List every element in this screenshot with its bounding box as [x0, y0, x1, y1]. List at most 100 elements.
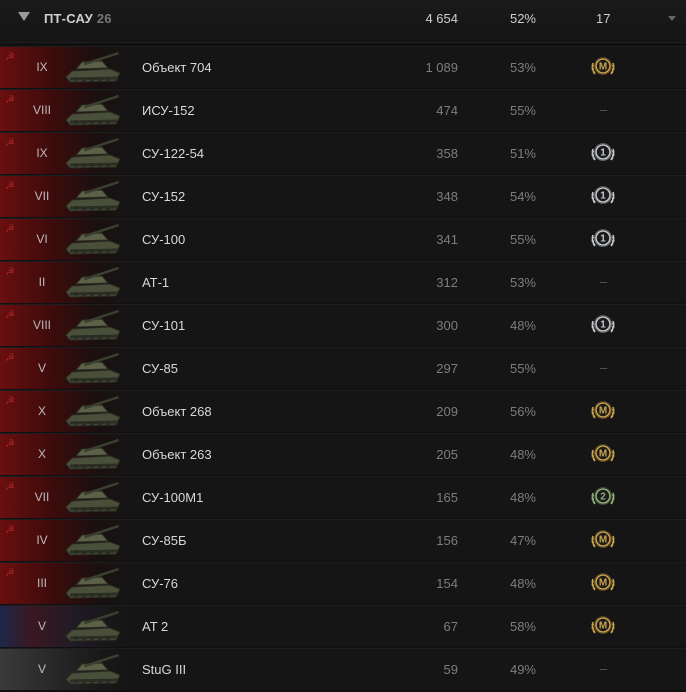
vehicle-row[interactable]: ☭ VII СУ-100М1 165 48% 2 [0, 476, 686, 518]
vehicle-tier: IX [36, 60, 48, 74]
mastery-badge-icon: 1 [591, 229, 615, 247]
tank-icon [65, 94, 121, 126]
vehicle-row[interactable]: ☭ VIII ИСУ-152 474 55% – [0, 89, 686, 131]
hammer-sickle-icon: ☭ [5, 266, 15, 278]
vehicle-winrate: 56% [509, 404, 536, 419]
mastery-badge: M [590, 398, 616, 424]
group-battles: 4 654 [425, 11, 458, 26]
vehicle-winrate: 48% [509, 447, 536, 462]
vehicle-image [62, 309, 124, 343]
hammer-sickle-icon: ☭ [5, 481, 15, 493]
vehicle-name: Объект 263 [142, 447, 212, 462]
mastery-dash: – [600, 661, 608, 676]
vehicle-row[interactable]: ☭ X Объект 268 209 56% M [0, 390, 686, 432]
vehicle-name: StuG III [142, 662, 187, 677]
mastery-badge-icon: 1 [591, 186, 615, 204]
vehicle-row[interactable]: ☭ III СУ-76 154 48% M [0, 562, 686, 604]
vehicle-row[interactable]: ☭ V StuG III 59 49% – [0, 648, 686, 690]
tank-icon [65, 481, 121, 513]
vehicle-battles: 67 [443, 619, 458, 634]
vehicle-tier: II [38, 275, 46, 289]
tank-icon [65, 266, 121, 298]
vehicle-winrate: 48% [509, 318, 536, 333]
mastery-badge-icon: M [591, 530, 615, 548]
vehicle-row[interactable]: ☭ V СУ-85 297 55% – [0, 347, 686, 389]
collapse-triangle-icon[interactable] [18, 12, 30, 21]
mastery-dash: – [600, 360, 608, 375]
vehicle-list: ☭ IX Объект 704 1 089 53% M ☭ VIII ИСУ-1… [0, 46, 686, 691]
vehicle-battles: 156 [436, 533, 458, 548]
vehicle-row[interactable]: ☭ IV СУ-85Б 156 47% M [0, 519, 686, 561]
vehicle-row[interactable]: ☭ IX Объект 704 1 089 53% M [0, 46, 686, 88]
vehicle-name: AT 2 [142, 619, 169, 634]
mastery-badge: M [590, 527, 616, 553]
vehicle-row[interactable]: ☭ X Объект 263 205 48% M [0, 433, 686, 475]
vehicle-image [62, 137, 124, 171]
vehicle-tier: V [37, 619, 46, 633]
mastery-badge-icon: M [591, 57, 615, 75]
vehicle-name: СУ-100М1 [142, 490, 204, 505]
group-header[interactable]: ПТ-САУ 26 4 654 52% 17 [0, 0, 686, 43]
mastery-badge: M [590, 570, 616, 596]
vehicle-image [62, 395, 124, 429]
mastery-badge: 2 [590, 484, 616, 510]
group-title: ПТ-САУ [44, 11, 93, 26]
vehicle-row[interactable]: ☭ VI СУ-100 341 55% 1 [0, 218, 686, 260]
vehicle-row[interactable]: ☭ II АТ-1 312 53% – [0, 261, 686, 303]
vehicle-image [62, 180, 124, 214]
mastery-badge: M [590, 441, 616, 467]
vehicle-winrate: 49% [509, 662, 536, 677]
svg-text:M: M [599, 62, 607, 73]
svg-text:2: 2 [600, 492, 606, 503]
vehicle-tier: IX [36, 146, 48, 160]
svg-text:M: M [599, 621, 607, 632]
vehicle-name: Объект 704 [142, 60, 212, 75]
vehicle-name: СУ-122-54 [142, 146, 205, 161]
vehicle-image [62, 610, 124, 644]
vehicle-image [62, 653, 124, 687]
vehicle-row[interactable]: ☭ V AT 2 67 58% M [0, 605, 686, 647]
group-winrate: 52% [509, 11, 536, 26]
vehicle-winrate: 51% [509, 146, 536, 161]
vehicle-tier: V [37, 662, 46, 676]
vehicle-tier: X [37, 447, 46, 461]
vehicle-name: СУ-85Б [142, 533, 187, 548]
vehicle-image [62, 266, 124, 300]
vehicle-battles: 165 [436, 490, 458, 505]
vehicle-tier: VIII [32, 318, 51, 332]
vehicle-battles: 312 [436, 275, 458, 290]
mastery-badge-icon: M [591, 444, 615, 462]
tank-icon [65, 438, 121, 470]
vehicle-image [62, 481, 124, 515]
vehicle-battles: 341 [436, 232, 458, 247]
vehicle-row[interactable]: ☭ IX СУ-122-54 358 51% 1 [0, 132, 686, 174]
mastery-badge-icon: 1 [591, 143, 615, 161]
vehicle-battles: 154 [436, 576, 458, 591]
mastery-badge: 1 [590, 140, 616, 166]
hammer-sickle-icon: ☭ [5, 94, 15, 106]
vehicle-battles: 358 [436, 146, 458, 161]
vehicle-battles: 205 [436, 447, 458, 462]
vehicle-winrate: 47% [509, 533, 536, 548]
mastery-badge-icon: 2 [591, 487, 615, 505]
group-title-wrap: ПТ-САУ 26 [44, 11, 112, 26]
vehicle-winrate: 55% [509, 103, 536, 118]
vehicle-name: СУ-152 [142, 189, 186, 204]
mastery-badge-icon: M [591, 573, 615, 591]
vehicle-tier: V [37, 361, 46, 375]
hammer-sickle-icon: ☭ [5, 137, 15, 149]
mastery-badge: 1 [590, 312, 616, 338]
vehicle-name: СУ-85 [142, 361, 179, 376]
vehicle-row[interactable]: ☭ VII СУ-152 348 54% 1 [0, 175, 686, 217]
vehicle-name: АТ-1 [142, 275, 170, 290]
vehicle-winrate: 53% [509, 60, 536, 75]
vehicle-row[interactable]: ☭ VIII СУ-101 300 48% 1 [0, 304, 686, 346]
sort-arrow-icon[interactable] [668, 16, 676, 21]
vehicle-winrate: 48% [509, 490, 536, 505]
hammer-sickle-icon: ☭ [5, 51, 15, 63]
svg-text:1: 1 [600, 148, 606, 159]
svg-text:1: 1 [600, 234, 606, 245]
tank-icon [65, 137, 121, 169]
hammer-sickle-icon: ☭ [5, 309, 15, 321]
vehicle-winrate: 53% [509, 275, 536, 290]
